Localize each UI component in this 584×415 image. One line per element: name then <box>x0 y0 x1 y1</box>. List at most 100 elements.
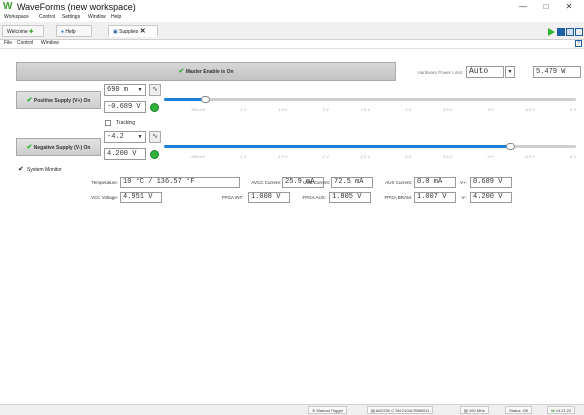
positive-waveform-icon[interactable]: ∿ <box>149 84 161 96</box>
tick-label: -4.5 V <box>524 154 535 159</box>
fpga-int-label: FPGA INT: <box>221 195 243 200</box>
negative-supply-button[interactable]: ✔ Negative Supply (V-) On <box>16 138 101 156</box>
help-question-icon[interactable]: ? <box>575 40 582 47</box>
device-icon: ▤ <box>371 408 375 413</box>
waveforms-logo-icon: W <box>3 1 13 12</box>
negative-slider-thumb[interactable] <box>506 143 516 150</box>
hardware-limit-mode-value: Auto <box>469 67 489 76</box>
menu-window-sub[interactable]: Window <box>41 40 59 46</box>
usb-current-field: 72.5 mA <box>331 177 373 188</box>
menu-help[interactable]: Help <box>111 14 121 20</box>
positive-slider-track[interactable] <box>164 98 576 101</box>
negative-waveform-icon[interactable]: ∿ <box>149 131 161 143</box>
usb-current-value: 72.5 mA <box>334 178 364 186</box>
clock-indicator[interactable]: ▤ 100 MHz <box>460 406 489 414</box>
hardware-limit-mode-select[interactable]: Auto <box>466 66 504 78</box>
avcc-current-label: AVCC Current: <box>251 180 281 185</box>
hardware-limit-label: Hardware Power Limit: <box>417 70 463 75</box>
negative-voltage-field[interactable]: 4.200 V <box>104 148 146 160</box>
vcc-voltage-label: VCC Voltage: <box>90 195 118 200</box>
clock-label: 100 MHz <box>468 408 485 413</box>
tick-label: 4.5 V <box>525 107 535 112</box>
temperature-field: 10 °C / 136.57 °F <box>120 177 240 188</box>
menu-file[interactable]: File <box>4 40 12 46</box>
positive-voltage-field[interactable]: -0.689 V <box>104 101 146 113</box>
positive-supply-button[interactable]: ✔ Positive Supply (V+) On <box>16 91 101 109</box>
aux-current-field: 0.0 mA <box>414 177 456 188</box>
tick-label: -1.5 V <box>276 154 288 159</box>
positive-status-indicator <box>150 103 159 112</box>
menu-window[interactable]: Window <box>88 14 106 20</box>
negative-voltage-value: 4.200 V <box>107 150 137 158</box>
main-menu: Workspace Control Settings Window Help <box>0 14 584 22</box>
version-indicator[interactable]: W v3.21.22 <box>547 406 576 414</box>
fpga-aux-label: FPGA AUX: <box>302 195 326 200</box>
tick-label: -4 V <box>486 154 494 159</box>
fpga-aux-value: 1.805 V <box>332 193 362 201</box>
aux-current-value: 0.0 mA <box>417 178 443 186</box>
tab-help[interactable]: ● Help <box>56 25 92 37</box>
minimize-button[interactable]: — <box>512 1 534 13</box>
temperature-value: 10 °C / 136.57 °F <box>123 178 195 186</box>
manual-trigger-label: Manual Trigger <box>316 408 344 413</box>
temperature-label: Temperature: <box>91 180 118 185</box>
positive-supply-label: Positive Supply (V+) On <box>33 98 91 104</box>
menu-workspace[interactable]: Workspace <box>4 14 29 20</box>
system-monitor-checkbox[interactable]: ✔ <box>18 166 24 173</box>
positive-voltage-value: -0.689 V <box>107 103 141 111</box>
fpga-int-field: 1.008 V <box>248 192 290 203</box>
device-label: AD2230 C SN:210417B9B011 <box>375 408 430 413</box>
close-tab-icon[interactable]: ✕ <box>140 28 146 35</box>
instrument-menu: File Control Window ? <box>0 39 584 49</box>
vminus-field: 4.200 V <box>470 192 512 203</box>
tab-supplies[interactable]: ▣ Supplies ✕ <box>108 25 158 37</box>
tick-label: -3.5 V <box>441 154 453 159</box>
menu-control[interactable]: Control <box>39 14 55 20</box>
positive-slider-thumb[interactable] <box>201 96 211 103</box>
negative-slider-fill <box>164 145 511 148</box>
tracking-checkbox[interactable] <box>105 120 111 126</box>
system-monitor-label: System Monitor <box>27 167 62 173</box>
tick-label: 2.5 V <box>360 107 370 112</box>
vminus-label: V-: <box>461 195 467 200</box>
clock-icon: ▤ <box>464 408 468 413</box>
tab-label: Welcome <box>7 29 28 35</box>
status-bar: ↯ Manual Trigger ▤ AD2230 C SN:210417B9B… <box>0 404 584 415</box>
title-bar: W WaveForms (new workspace) — □ ✕ <box>0 0 584 14</box>
vplus-label: V+: <box>460 180 467 185</box>
positive-range-dropdown[interactable]: ▼ <box>136 86 144 94</box>
aux-current-label: AUX Current: <box>385 180 412 185</box>
status-indicator[interactable]: Status: OK <box>505 406 533 414</box>
add-icon[interactable]: ✚ <box>29 29 33 35</box>
tick-label: -500 mV <box>190 154 206 159</box>
window-title: WaveForms (new workspace) <box>17 2 136 12</box>
negative-range-dropdown[interactable]: ▼ <box>136 133 144 141</box>
tab-welcome[interactable]: Welcome ✚ <box>2 25 44 37</box>
run-icon[interactable] <box>548 28 555 36</box>
window-layout-icon[interactable] <box>566 28 574 36</box>
stop-icon[interactable] <box>557 28 565 36</box>
dock-icon[interactable] <box>575 28 583 36</box>
fpga-aux-field: 1.805 V <box>329 192 371 203</box>
tab-label: Supplies <box>119 29 139 35</box>
master-enable-button[interactable]: ✔ Master Enable is On <box>16 62 396 81</box>
close-button[interactable]: ✕ <box>558 1 580 13</box>
menu-control-sub[interactable]: Control <box>17 40 33 46</box>
tick-label: -2 V <box>321 154 329 159</box>
tick-label: 500 mV <box>191 107 206 112</box>
status-label: Status: OK <box>509 408 529 413</box>
maximize-button[interactable]: □ <box>535 1 557 13</box>
manual-trigger-button[interactable]: ↯ Manual Trigger <box>308 406 348 414</box>
tick-label: 4 V <box>487 107 494 112</box>
supplies-icon: ▣ <box>113 29 118 35</box>
device-indicator[interactable]: ▤ AD2230 C SN:210417B9B011 <box>367 406 434 414</box>
usb-current-label: USB Current: <box>303 180 330 185</box>
menu-settings[interactable]: Settings <box>62 14 80 20</box>
checkmark-icon: ✔ <box>26 97 33 104</box>
negative-status-indicator <box>150 150 159 159</box>
tick-label: 1 V <box>240 107 247 112</box>
chevron-down-icon[interactable]: ▼ <box>505 66 515 78</box>
hardware-limit-value-field[interactable]: 5.479 W <box>533 66 581 78</box>
tick-label: 3.5 V <box>443 107 453 112</box>
vplus-value: 0.689 V <box>473 178 503 186</box>
